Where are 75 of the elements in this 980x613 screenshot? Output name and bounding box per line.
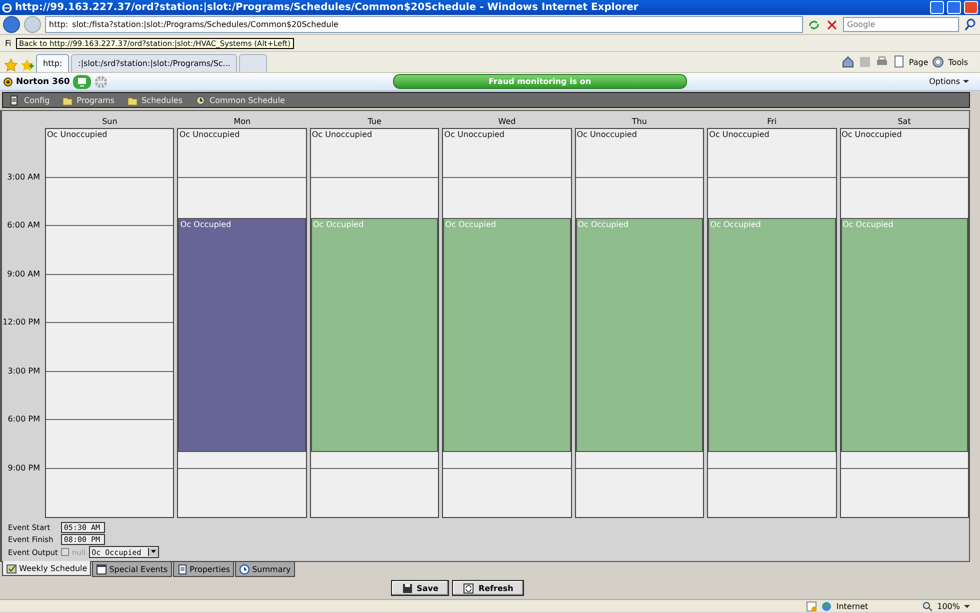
back-button[interactable]	[3, 16, 20, 33]
restore-button[interactable]	[947, 1, 961, 14]
day-header: Fri	[766, 117, 778, 128]
star-icon[interactable]	[4, 58, 18, 72]
day-header: Thu	[630, 117, 648, 128]
close-button[interactable]	[964, 1, 978, 14]
options-menu[interactable]: Options	[929, 77, 960, 86]
calendar-check-icon	[6, 562, 17, 574]
unoccupied-event[interactable]: Oc Unoccupied	[178, 129, 306, 140]
stop-icon[interactable]	[825, 18, 839, 32]
caret-icon	[964, 604, 970, 608]
add-favorite-icon[interactable]	[20, 58, 34, 72]
time-label: 3:00 AM	[7, 172, 40, 181]
norton-brand: Norton 360	[16, 76, 70, 86]
day-header: Sun	[101, 117, 118, 128]
day-header: Mon	[232, 117, 252, 128]
unoccupied-event[interactable]: Oc Unoccupied	[443, 129, 571, 140]
unoccupied-event[interactable]: Oc Unoccupied	[310, 129, 438, 140]
day-header: Sat	[896, 117, 912, 128]
unoccupied-event[interactable]: Oc Unoccupied	[708, 129, 836, 140]
toolbar-button[interactable]: Tools	[948, 58, 968, 66]
view-tab[interactable]: Properties	[172, 561, 234, 577]
breadcrumb-link[interactable]: Config	[9, 94, 50, 106]
page-icon[interactable]	[892, 55, 906, 69]
unoccupied-event[interactable]: Oc Unoccupied	[46, 129, 174, 140]
globe-icon	[821, 600, 832, 612]
caret-icon	[963, 80, 969, 83]
search-icon[interactable]	[963, 18, 977, 32]
occupied-event[interactable]: Oc Occupied	[178, 218, 306, 452]
schedule-icon	[194, 94, 206, 106]
folder-icon	[62, 94, 73, 106]
null-checkbox[interactable]	[60, 548, 69, 556]
address-field[interactable]: http: slot:/fista?station:|slot:/Programs/Schedules/Common$20Schedule	[45, 16, 803, 33]
time-label: 9:00 PM	[8, 463, 40, 472]
time-label: 6:00 PM	[8, 414, 40, 424]
day-header: Wed	[497, 117, 517, 128]
caret-icon	[150, 548, 157, 555]
time-label: 9:00 AM	[7, 269, 40, 278]
day-header: Tue	[366, 117, 382, 128]
zoom-icon[interactable]	[922, 600, 934, 612]
breadcrumb-link[interactable]: Common Schedule	[194, 94, 285, 106]
breadcrumb-link[interactable]: Programs	[62, 94, 115, 106]
monitor-icon[interactable]	[72, 74, 91, 88]
clock-icon	[239, 564, 250, 574]
breadcrumb-link[interactable]: Schedules	[126, 94, 183, 106]
unoccupied-event[interactable]: Oc Unoccupied	[840, 129, 968, 140]
zoom-level[interactable]: 100%	[937, 602, 960, 610]
view-tab[interactable]: Special Events	[92, 561, 172, 577]
view-tab[interactable]: Weekly Schedule	[2, 561, 92, 576]
refresh-icon	[463, 582, 474, 594]
time-label: 12:00 PM	[2, 318, 40, 326]
time-label: 3:00 PM	[8, 366, 40, 375]
toolbar-button[interactable]: Page	[908, 58, 928, 66]
globe-icon[interactable]	[94, 74, 108, 88]
address-text: slot:/fista?station:|slot:/Programs/Schedules/Common$20Schedule	[72, 20, 338, 29]
calendar-icon	[96, 564, 108, 574]
menu-item[interactable]: Fi	[5, 38, 12, 48]
zone-label: Internet	[836, 602, 868, 610]
browser-tab[interactable]: :|slot:/srd?station:|slot:/Programs/Sc...	[71, 54, 238, 72]
address-text: http:	[49, 20, 68, 29]
gear-icon[interactable]	[931, 55, 946, 69]
view-tab[interactable]: Summary	[235, 561, 295, 577]
search-field[interactable]: Google	[843, 17, 959, 32]
time-label: 6:00 AM	[7, 220, 40, 230]
save-button[interactable]: Save	[390, 580, 450, 596]
refresh-button[interactable]: Refresh	[452, 580, 524, 596]
unoccupied-event[interactable]: Oc Unoccupied	[576, 129, 704, 140]
config-icon	[9, 94, 20, 106]
norton-logo-icon	[3, 76, 13, 86]
minimize-button[interactable]	[930, 1, 944, 14]
browser-tab[interactable]: http:	[36, 54, 70, 72]
document-icon	[176, 564, 188, 574]
folder-icon	[126, 94, 138, 106]
home-icon[interactable]	[840, 55, 855, 69]
window-title: http://99.163.227.37/ord?station:|slot:/Programs/Schedules/Common$20Schedule - Windows Internet Explorer	[15, 2, 640, 13]
